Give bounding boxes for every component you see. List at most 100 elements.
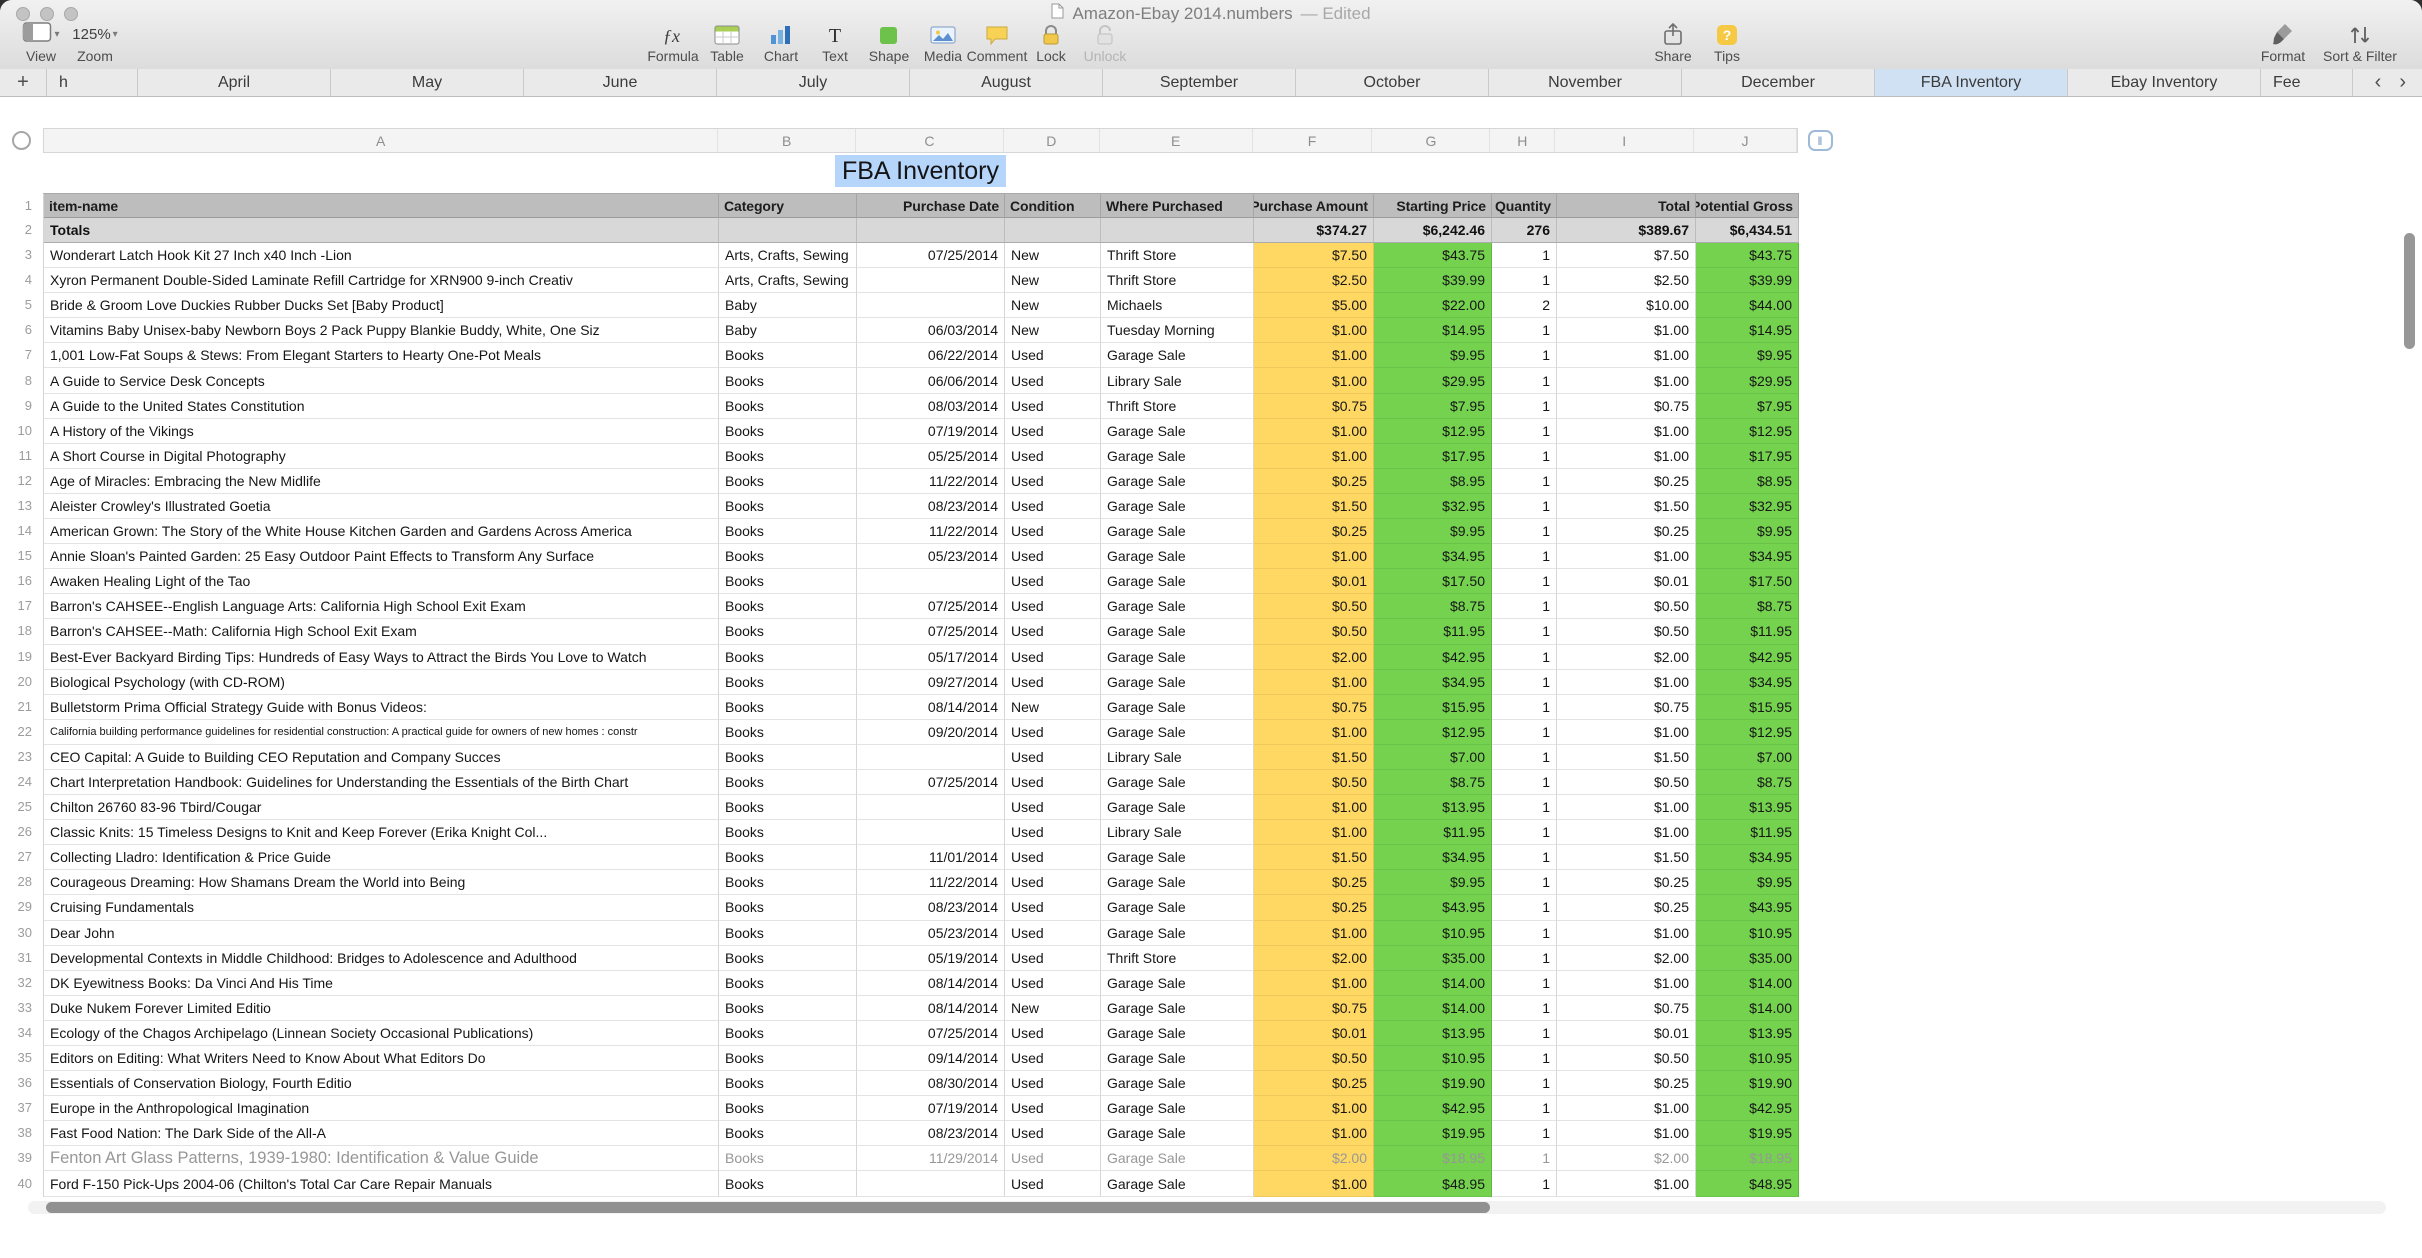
cell-where-purchased[interactable]: Garage Sale	[1101, 594, 1254, 620]
tab-december[interactable]: December	[1682, 69, 1875, 96]
cell-starting-price[interactable]: $8.75	[1374, 594, 1492, 620]
cell-where-purchased[interactable]: Garage Sale	[1101, 769, 1254, 796]
row-number[interactable]: 34	[0, 1020, 42, 1045]
cell-potential-gross[interactable]: $14.95	[1696, 318, 1799, 344]
cell-potential-gross[interactable]: $11.95	[1696, 619, 1799, 645]
cell-where-purchased[interactable]: Garage Sale	[1101, 418, 1254, 444]
cell-starting-price[interactable]: $7.95	[1374, 393, 1492, 419]
cell-item-name[interactable]: American Grown: The Story of the White H…	[44, 519, 719, 545]
cell-purchase-date[interactable]: 05/19/2014	[857, 945, 1005, 971]
tab-july[interactable]: July	[717, 69, 910, 96]
cell-potential-gross[interactable]: $9.95	[1696, 870, 1799, 896]
cell-purchase-amount[interactable]: $1.00	[1254, 920, 1374, 946]
cell-item-name[interactable]: Duke Nukem Forever Limited Editio	[44, 995, 719, 1021]
cell-total[interactable]: $1.00	[1557, 669, 1696, 695]
cell-condition[interactable]: Used	[1005, 594, 1101, 620]
cell-potential-gross[interactable]: $19.95	[1696, 1121, 1799, 1147]
cell-starting-price[interactable]: $12.95	[1374, 719, 1492, 745]
cell-purchase-date[interactable]: 11/22/2014	[857, 870, 1005, 896]
cell-total[interactable]: $1.00	[1557, 443, 1696, 469]
cell-potential-gross[interactable]: $34.95	[1696, 669, 1799, 695]
cell-total[interactable]: $0.50	[1557, 619, 1696, 645]
row-number[interactable]: 30	[0, 920, 42, 945]
cell-condition[interactable]: Used	[1005, 945, 1101, 971]
cell-total[interactable]: $0.50	[1557, 594, 1696, 620]
row-number[interactable]: 7	[0, 342, 42, 367]
add-sheet-button[interactable]: +	[0, 69, 47, 96]
column-ref-d[interactable]: D	[1004, 129, 1100, 152]
cell-category[interactable]: Baby	[719, 293, 857, 319]
cell-total[interactable]: $0.50	[1557, 769, 1696, 796]
row-number[interactable]: 37	[0, 1095, 42, 1120]
cell-condition[interactable]: New	[1005, 293, 1101, 319]
cell-category[interactable]: Books	[719, 368, 857, 394]
cell-potential-gross[interactable]: $39.99	[1696, 268, 1799, 294]
cell-purchase-date[interactable]	[857, 293, 1005, 319]
vertical-scrollbar-thumb[interactable]	[2404, 233, 2415, 349]
cell-starting-price[interactable]: $9.95	[1374, 870, 1492, 896]
tab-november[interactable]: November	[1489, 69, 1682, 96]
row-number[interactable]: 10	[0, 418, 42, 443]
row-number[interactable]: 6	[0, 317, 42, 342]
row-number[interactable]: 12	[0, 468, 42, 493]
cell-starting-price[interactable]: $9.95	[1374, 343, 1492, 369]
cell-where-purchased[interactable]: Tuesday Morning	[1101, 318, 1254, 344]
cell-potential-gross[interactable]: $42.95	[1696, 1096, 1799, 1122]
cell-category[interactable]: Books	[719, 669, 857, 695]
cell-category[interactable]: Books	[719, 493, 857, 520]
cell-category[interactable]: Books	[719, 719, 857, 745]
cell-quantity[interactable]: 2	[1492, 293, 1557, 319]
cell-quantity[interactable]: 1	[1492, 1146, 1557, 1172]
cell-starting-price[interactable]: $12.95	[1374, 418, 1492, 444]
cell-quantity[interactable]: 1	[1492, 995, 1557, 1021]
cell-starting-price[interactable]: $17.95	[1374, 443, 1492, 469]
cell-quantity[interactable]: 1	[1492, 795, 1557, 821]
row-number[interactable]: 20	[0, 669, 42, 694]
cell-condition[interactable]: Used	[1005, 1171, 1101, 1197]
cell-purchase-date[interactable]	[857, 795, 1005, 821]
cell-category[interactable]: Category	[719, 194, 857, 218]
cell-item-name[interactable]: Ecology of the Chagos Archipelago (Linne…	[44, 1020, 719, 1046]
cell-purchase-date[interactable]: 08/14/2014	[857, 694, 1005, 720]
cell-purchase-amount[interactable]: $1.00	[1254, 1096, 1374, 1122]
cell-potential-gross[interactable]: $7.00	[1696, 744, 1799, 770]
cell-starting-price[interactable]: $43.95	[1374, 895, 1492, 921]
cell-purchase-date[interactable]: 11/01/2014	[857, 845, 1005, 871]
cell-quantity[interactable]: 1	[1492, 669, 1557, 695]
cell-starting-price[interactable]: $14.00	[1374, 970, 1492, 996]
cell-purchase-date[interactable]	[857, 268, 1005, 294]
lock-button[interactable]: Lock	[1024, 21, 1078, 64]
cell-potential-gross[interactable]: $48.95	[1696, 1171, 1799, 1197]
row-number[interactable]: 4	[0, 267, 42, 292]
row-number[interactable]: 39	[0, 1145, 42, 1170]
column-ref-h[interactable]: H	[1490, 129, 1556, 152]
cell-starting-price[interactable]: $34.95	[1374, 845, 1492, 871]
cell-starting-price[interactable]: $17.50	[1374, 569, 1492, 595]
cell-potential-gross[interactable]: $6,434.51	[1696, 218, 1799, 243]
cell-total[interactable]: $0.25	[1557, 870, 1696, 896]
cell-purchase-amount[interactable]: $1.50	[1254, 493, 1374, 520]
cell-where-purchased[interactable]: Garage Sale	[1101, 493, 1254, 520]
cell-category[interactable]: Books	[719, 845, 857, 871]
cell-purchase-date[interactable]: 08/23/2014	[857, 493, 1005, 520]
cell-condition[interactable]: Used	[1005, 669, 1101, 695]
cell-where-purchased[interactable]: Garage Sale	[1101, 669, 1254, 695]
cell-purchase-date[interactable]: 07/25/2014	[857, 769, 1005, 796]
cell-item-name[interactable]: Vitamins Baby Unisex-baby Newborn Boys 2…	[44, 318, 719, 344]
cell-potential-gross[interactable]: $7.95	[1696, 393, 1799, 419]
row-number[interactable]: 17	[0, 593, 42, 618]
cell-total[interactable]: $1.00	[1557, 1096, 1696, 1122]
row-number[interactable]: 9	[0, 393, 42, 418]
cell-category[interactable]: Arts, Crafts, Sewing	[719, 268, 857, 294]
cell-purchase-amount[interactable]: $0.01	[1254, 1020, 1374, 1046]
cell-starting-price[interactable]: $34.95	[1374, 669, 1492, 695]
zoom-control[interactable]: 125% ▾ Zoom	[68, 21, 122, 64]
cell-total[interactable]: $389.67	[1557, 218, 1696, 243]
row-number[interactable]: 36	[0, 1070, 42, 1095]
cell-quantity[interactable]: 1	[1492, 619, 1557, 645]
column-ref-g[interactable]: G	[1372, 129, 1491, 152]
cell-total[interactable]: $1.00	[1557, 343, 1696, 369]
cell-quantity[interactable]: 1	[1492, 920, 1557, 946]
cell-condition[interactable]: Used	[1005, 895, 1101, 921]
cell-purchase-amount[interactable]: $1.50	[1254, 845, 1374, 871]
